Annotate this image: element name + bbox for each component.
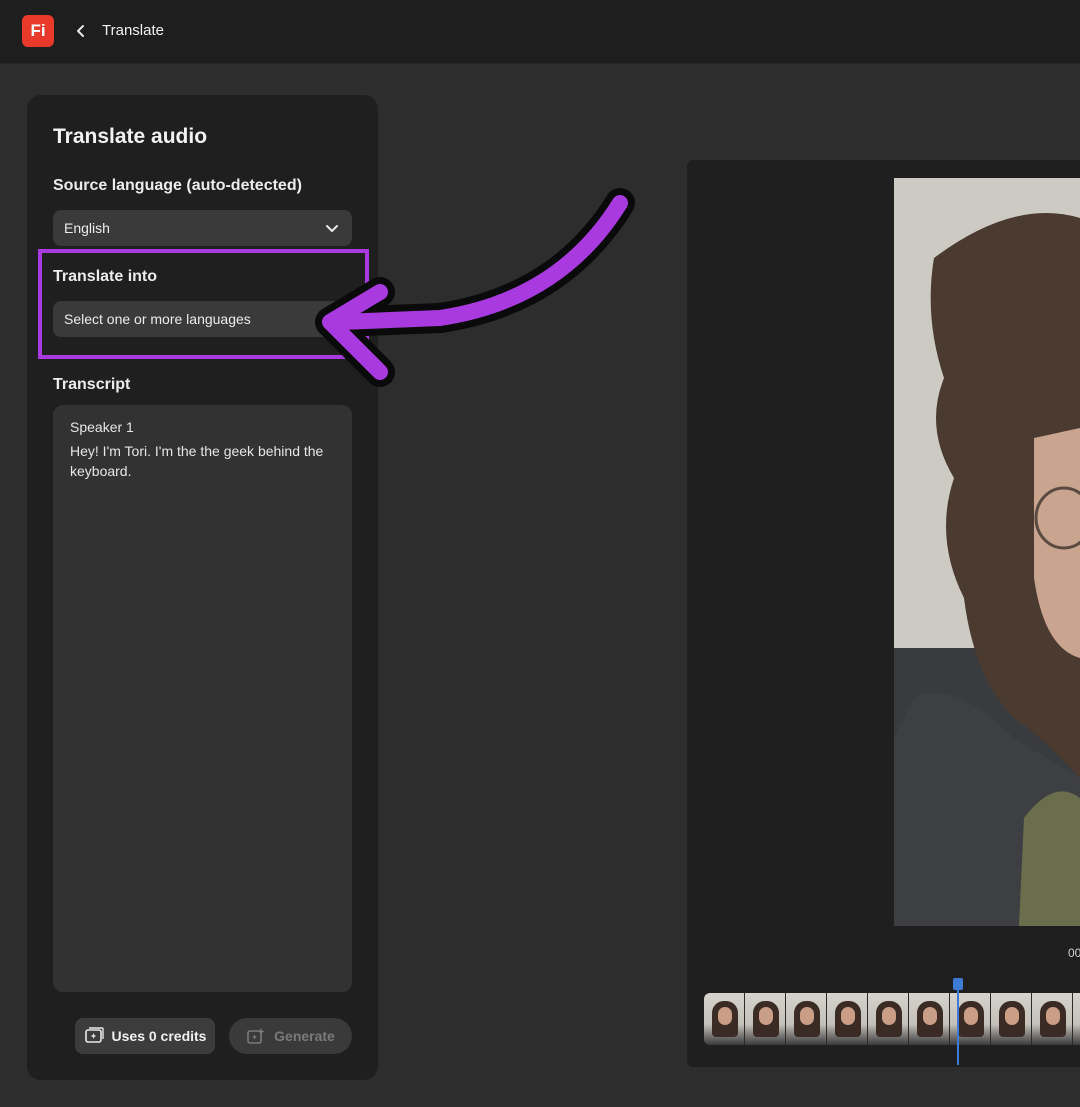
chevron-left-icon [77,25,84,37]
generate-label: Generate [274,1028,335,1044]
source-language-dropdown[interactable]: English [53,210,352,246]
playhead[interactable] [957,978,959,1065]
filmstrip-frame [786,993,827,1045]
person-image [894,178,1080,926]
timecode: 00 [1068,946,1080,960]
speaker-label: Speaker 1 [70,419,134,435]
translate-into-label: Translate into [53,268,158,285]
video-preview-area: 00 [687,160,1080,1067]
translate-panel: Translate audio Source language (auto-de… [27,95,378,1080]
filmstrip-frame [745,993,786,1045]
panel-title: Translate audio [53,125,208,148]
generate-icon [247,1028,265,1044]
filmstrip-frame [991,993,1032,1045]
video-frame[interactable] [894,178,1080,926]
filmstrip-frame [1073,993,1080,1045]
transcript-box[interactable]: Speaker 1 Hey! I'm Tori. I'm the the gee… [53,405,352,992]
source-language-label: Source language (auto-detected) [53,177,302,194]
credits-icon [84,1027,104,1043]
back-button[interactable] [70,20,92,42]
page-title: Translate [102,22,164,39]
generate-button[interactable]: Generate [229,1018,352,1054]
translate-into-dropdown[interactable]: Select one or more languages [53,301,352,337]
chevron-down-icon [326,225,338,232]
app-logo[interactable]: Fi [22,15,54,47]
filmstrip-frame [909,993,950,1045]
timeline-filmstrip[interactable] [704,993,1080,1045]
filmstrip-frame [1032,993,1073,1045]
transcript-text: Hey! I'm Tori. I'm the the geek behind t… [70,443,324,479]
transcript-label: Transcript [53,376,131,393]
filmstrip-frame [827,993,868,1045]
top-bar: Fi Translate [0,0,1080,64]
uses-credits-label: Uses 0 credits [111,1028,207,1044]
source-language-value: English [64,220,110,236]
uses-credits-button[interactable]: Uses 0 credits [75,1018,215,1054]
translate-into-placeholder: Select one or more languages [64,311,251,327]
filmstrip-frame [704,993,745,1045]
filmstrip-frame [868,993,909,1045]
